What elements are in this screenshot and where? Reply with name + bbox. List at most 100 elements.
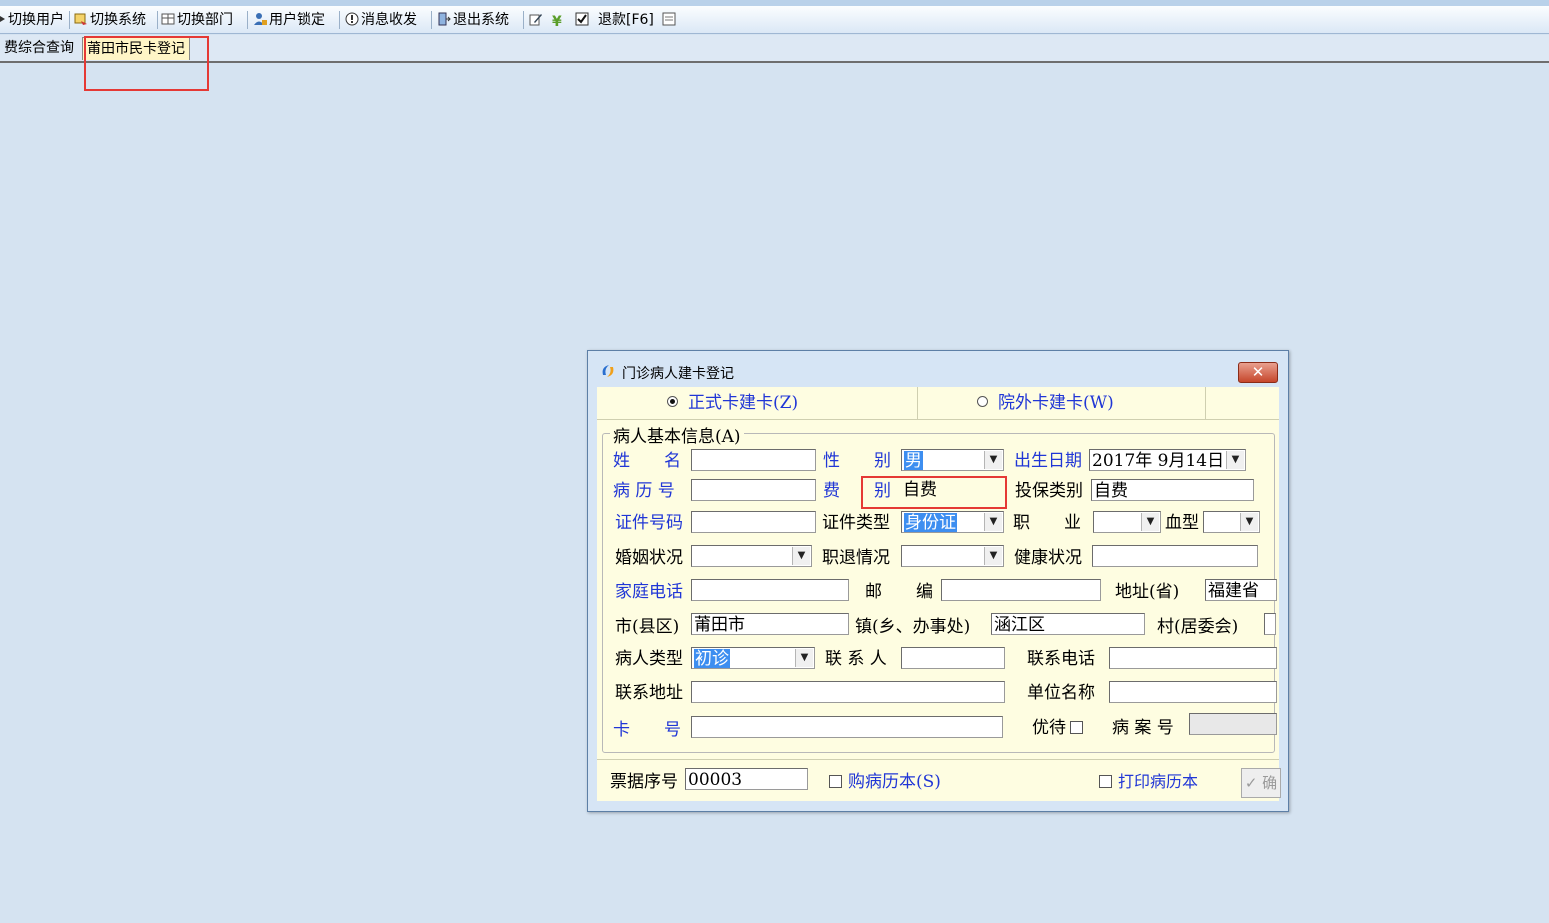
insure-type-input[interactable]: 自费 [1091, 479, 1254, 501]
case-no-input[interactable] [1189, 713, 1277, 735]
contact-addr-label: 联系地址 [615, 683, 683, 703]
retire-select[interactable]: ▼ [901, 545, 1004, 567]
village-input[interactable] [1264, 613, 1276, 635]
edit-button[interactable] [529, 10, 545, 30]
chevron-down-icon[interactable]: ▼ [795, 649, 813, 667]
group-title: 病人基本信息(A) [610, 422, 744, 447]
card-no-label: 卡 号 [613, 720, 681, 740]
patient-type-select[interactable]: 初诊 ▼ [691, 647, 815, 669]
switch-user-button[interactable]: 切换用户 [0, 10, 64, 30]
blood-type-label: 血型 [1165, 513, 1199, 533]
card-type-radio-bar: 正式卡建卡(Z) 院外卡建卡(W) [597, 387, 1279, 420]
contact-input[interactable] [901, 647, 1005, 669]
radio-on-icon [667, 396, 678, 407]
checkbox-icon [1070, 721, 1083, 734]
record-no-label: 病 历 号 [613, 481, 675, 501]
toolbar-separator [157, 11, 158, 29]
priority-checkbox[interactable]: 优待 [1032, 716, 1089, 740]
switch-dept-button[interactable]: 切换部门 [161, 10, 233, 30]
town-label: 镇(乡、办事处) [855, 617, 971, 637]
gender-select[interactable]: 男 ▼ [901, 449, 1004, 471]
tab-bar: 费综合查询 莆田市民卡登记 [0, 35, 1549, 63]
contact-addr-input[interactable] [691, 681, 1005, 703]
id-type-select[interactable]: 身份证 ▼ [901, 511, 1004, 533]
unit-label: 单位名称 [1027, 683, 1095, 703]
name-input[interactable] [691, 449, 816, 471]
health-input[interactable] [1092, 545, 1258, 567]
checkbox-icon [575, 12, 589, 26]
print-record-checkbox[interactable]: 打印病历本 [1099, 770, 1198, 794]
toolbar-separator [431, 11, 432, 29]
toolbar-separator [69, 11, 70, 29]
case-no-label: 病 案 号 [1112, 718, 1174, 738]
close-icon: ✕ [1251, 363, 1265, 381]
highlight-box-tab [84, 36, 209, 91]
exit-system-button[interactable]: 退出系统 [437, 10, 509, 30]
yuan-icon: ¥ [552, 14, 562, 30]
department-icon [161, 12, 175, 26]
info-icon [345, 12, 359, 26]
blood-type-select[interactable]: ▼ [1203, 511, 1260, 533]
document-button[interactable] [662, 10, 678, 30]
messages-button[interactable]: 消息收发 [345, 10, 417, 30]
radio-formal-card[interactable]: 正式卡建卡(Z) [667, 391, 798, 415]
chevron-down-icon[interactable]: ▼ [1141, 513, 1159, 531]
insure-type-label: 投保类别 [1015, 481, 1083, 501]
highlight-box-fee [861, 476, 1007, 509]
radio-external-card[interactable]: 院外卡建卡(W) [977, 391, 1114, 415]
chevron-down-icon[interactable]: ▼ [1240, 513, 1258, 531]
refund-button[interactable]: 退款[F6] [598, 10, 654, 30]
dialog-body: 正式卡建卡(Z) 院外卡建卡(W) 病人基本信息(A) 姓 名 性 别 男 ▼ 出… [597, 387, 1281, 801]
chevron-down-icon[interactable]: ▼ [984, 513, 1002, 531]
toolbar-separator [339, 11, 340, 29]
chevron-down-icon[interactable]: ▼ [984, 451, 1002, 469]
postcode-input[interactable] [941, 579, 1101, 601]
yuan-button[interactable]: ¥ [552, 10, 568, 30]
confirm-button[interactable]: ✓ 确 [1241, 768, 1281, 798]
job-label: 职 业 [1013, 513, 1081, 533]
checkbox-icon [1099, 775, 1112, 788]
contact-phone-input[interactable] [1109, 647, 1277, 669]
gender-label: 性 别 [823, 451, 891, 471]
radio-off-icon [977, 396, 988, 407]
chevron-down-icon[interactable]: ▼ [792, 547, 810, 565]
card-no-input[interactable] [691, 716, 1003, 738]
unit-input[interactable] [1109, 681, 1277, 703]
village-label: 村(居委会) [1157, 617, 1239, 637]
contact-label: 联 系 人 [825, 649, 887, 669]
document-icon [662, 12, 676, 26]
lock-user-button[interactable]: 用户锁定 [253, 10, 325, 30]
app-logo-icon [600, 363, 616, 379]
province-input[interactable]: 福建省 [1205, 579, 1277, 601]
chevron-down-icon[interactable]: ▼ [984, 547, 1002, 565]
switch-system-icon [74, 12, 88, 26]
tab-fee-query[interactable]: 费综合查询 [0, 37, 78, 59]
switch-system-button[interactable]: 切换系统 [74, 10, 146, 30]
user-lock-icon [253, 12, 267, 26]
city-input[interactable]: 莆田市 [691, 613, 849, 635]
id-no-input[interactable] [691, 511, 816, 533]
checkbox-icon [829, 775, 842, 788]
job-select[interactable]: ▼ [1093, 511, 1161, 533]
contact-phone-label: 联系电话 [1027, 649, 1095, 669]
town-input[interactable]: 涵江区 [991, 613, 1145, 635]
dialog-title: 门诊病人建卡登记 [622, 366, 734, 382]
exit-door-icon [437, 12, 451, 26]
province-label: 地址(省) [1115, 582, 1180, 602]
birth-date-picker[interactable]: 2017年 9月14日 ▼ [1089, 449, 1246, 471]
chevron-down-icon[interactable]: ▼ [1226, 451, 1244, 469]
id-no-label: 证件号码 [615, 513, 683, 533]
ticket-input[interactable]: 00003 [685, 768, 808, 790]
card-register-dialog: 门诊病人建卡登记 ✕ 正式卡建卡(Z) 院外卡建卡(W) 病人基本信息(A) 姓… [587, 350, 1289, 812]
city-label: 市(县区) [615, 617, 680, 637]
dialog-titlebar[interactable]: 门诊病人建卡登记 ✕ [588, 351, 1288, 385]
home-phone-input[interactable] [691, 579, 849, 601]
home-phone-label: 家庭电话 [615, 582, 683, 602]
buy-record-checkbox[interactable]: 购病历本(S) [829, 770, 941, 794]
pencil-icon [529, 12, 543, 26]
check-button[interactable] [575, 10, 591, 30]
marital-select[interactable]: ▼ [691, 545, 812, 567]
record-no-input[interactable] [691, 479, 816, 501]
ticket-label: 票据序号 [610, 772, 678, 792]
close-button[interactable]: ✕ [1238, 362, 1278, 383]
